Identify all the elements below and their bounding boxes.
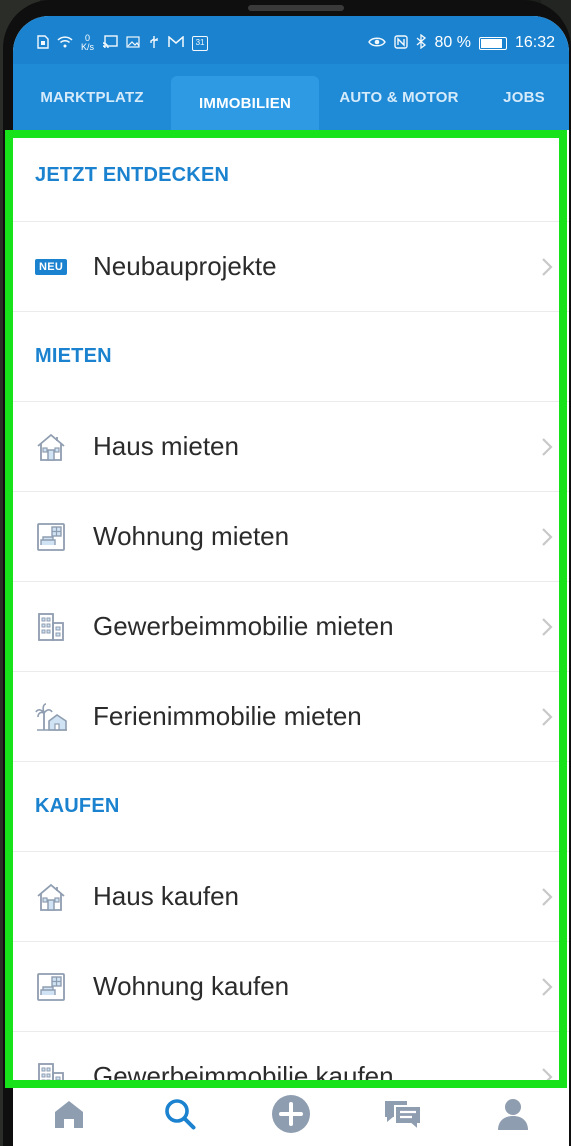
list-item-ferienimmobilie-mieten[interactable]: Ferienimmobilie mieten [13, 672, 569, 762]
phone-screen: 0 K/s 31 80 % 16:32 MARKTPLATZ IMMOBILIE… [13, 16, 569, 1146]
battery-icon [478, 36, 507, 50]
calendar-day: 31 [195, 38, 205, 47]
status-time: 16:32 [514, 34, 555, 51]
section-header-mieten: MIETEN [13, 312, 569, 402]
list-item-label: Wohnung kaufen [93, 971, 290, 1001]
list-item-label: Wohnung mieten [93, 521, 290, 551]
house-icon [35, 879, 75, 915]
list-item-wohnung-kaufen[interactable]: Wohnung kaufen [13, 942, 569, 1032]
tab-immobilien[interactable]: IMMOBILIEN [171, 76, 319, 130]
eye-icon [368, 36, 387, 51]
home-icon [52, 1098, 86, 1135]
nav-home[interactable] [39, 1088, 99, 1144]
neu-badge-icon: NEU [35, 249, 75, 285]
nav-add[interactable] [261, 1088, 321, 1144]
list-item-gewerbeimmobilie-mieten[interactable]: Gewerbeimmobilie mieten [13, 582, 569, 672]
status-bar-left: 0 K/s 31 [37, 34, 209, 52]
list-item-label: Haus mieten [93, 431, 239, 461]
mail-icon [168, 34, 184, 51]
plus-circle-icon [271, 1094, 311, 1139]
image-icon [126, 35, 140, 51]
chevron-right-icon [535, 1063, 559, 1087]
network-speed-unit: K/s [81, 42, 95, 52]
bluetooth-icon [416, 33, 427, 52]
network-speed: 0 K/s [81, 34, 94, 52]
status-bar: 0 K/s 31 80 % 16:32 [13, 16, 569, 64]
user-icon [496, 1097, 530, 1136]
category-tabbar: MARKTPLATZ IMMOBILIEN AUTO & MOTOR JOBS [13, 64, 569, 130]
apartment-icon [35, 519, 75, 555]
house-icon [35, 429, 75, 465]
chevron-right-icon [535, 433, 559, 461]
chevron-right-icon [535, 703, 559, 731]
screenshot-stage: 0 K/s 31 80 % 16:32 MARKTPLATZ IMMOBILIE… [0, 0, 571, 1146]
cast-icon [102, 34, 118, 52]
list-item-label: Gewerbeimmobilie kaufen [93, 1061, 394, 1086]
search-icon [163, 1097, 197, 1136]
bottom-navigation [13, 1086, 569, 1146]
battery-percent: 80 % [434, 34, 471, 51]
chat-icon [383, 1097, 423, 1136]
list-item-label: Neubauprojekte [93, 251, 277, 281]
list-item-label: Gewerbeimmobilie mieten [93, 611, 394, 641]
nav-search[interactable] [150, 1088, 210, 1144]
wifi-icon [57, 35, 73, 51]
apartment-icon [35, 969, 75, 1005]
list-item-wohnung-mieten[interactable]: Wohnung mieten [13, 492, 569, 582]
section-header-kaufen: KAUFEN [13, 762, 569, 852]
phone-speaker [248, 5, 344, 11]
usb-icon [148, 35, 160, 52]
battery-fill [480, 38, 502, 48]
tab-marktplatz[interactable]: MARKTPLATZ [13, 64, 171, 130]
holiday-home-icon [35, 699, 75, 735]
list-item-haus-kaufen[interactable]: Haus kaufen [13, 852, 569, 942]
chevron-right-icon [535, 253, 559, 281]
chevron-right-icon [535, 613, 559, 641]
tab-auto-motor[interactable]: AUTO & MOTOR [319, 64, 479, 130]
nav-messages[interactable] [372, 1088, 432, 1144]
chevron-right-icon [535, 523, 559, 551]
list-item-label: Ferienimmobilie mieten [93, 701, 362, 731]
phone-frame: 0 K/s 31 80 % 16:32 MARKTPLATZ IMMOBILIE… [3, 0, 571, 1146]
status-bar-right: 80 % 16:32 [368, 33, 555, 52]
list-item-neubauprojekte[interactable]: NEU Neubauprojekte [13, 222, 569, 312]
section-header-jetzt-entdecken: JETZT ENTDECKEN [13, 130, 569, 222]
immobilien-category-list: JETZT ENTDECKEN NEU Neubauprojekte MIETE… [13, 130, 569, 1086]
tab-jobs[interactable]: JOBS [479, 64, 569, 130]
list-item-label: Haus kaufen [93, 881, 239, 911]
calendar-icon: 31 [192, 35, 209, 51]
list-item-haus-mieten[interactable]: Haus mieten [13, 402, 569, 492]
commercial-building-icon [35, 1059, 75, 1086]
nav-profile[interactable] [483, 1088, 543, 1144]
nfc-icon [394, 34, 409, 52]
neu-badge: NEU [35, 258, 68, 275]
list-item-gewerbeimmobilie-kaufen[interactable]: Gewerbeimmobilie kaufen [13, 1032, 569, 1086]
chevron-right-icon [535, 883, 559, 911]
chevron-right-icon [535, 973, 559, 1001]
sim-icon [37, 34, 49, 52]
commercial-building-icon [35, 609, 75, 645]
